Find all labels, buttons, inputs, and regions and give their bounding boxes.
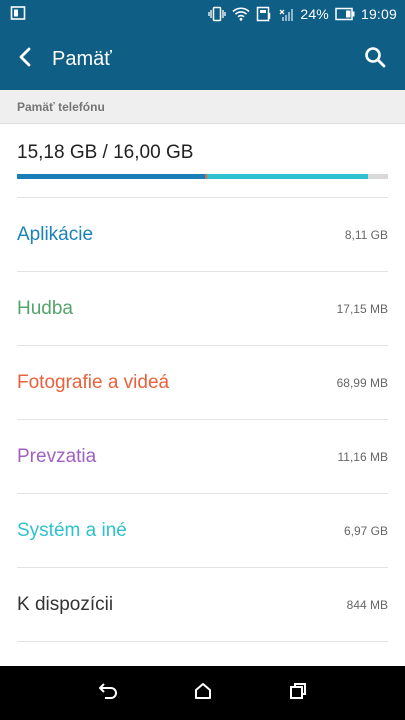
list-item[interactable]: Systém a iné 6,97 GB	[17, 493, 388, 567]
list-item[interactable]: Fotografie a videá 68,99 MB	[17, 345, 388, 419]
list-item-label: K dispozícii	[17, 593, 114, 615]
wifi-icon	[232, 6, 250, 22]
sim-card-icon	[10, 5, 26, 24]
status-bar: 24% 19:09	[0, 0, 405, 28]
storage-usage-bar	[17, 174, 388, 179]
list-item[interactable]: Prevzatia 11,16 MB	[17, 419, 388, 493]
list-item-label: Fotografie a videá	[17, 371, 170, 393]
usage-segment	[206, 174, 369, 179]
back-arrow-icon	[16, 46, 34, 73]
status-left	[10, 5, 26, 24]
storage-icon	[256, 6, 272, 22]
back-icon	[97, 682, 119, 705]
list-item-label: Prevzatia	[17, 445, 97, 467]
section-header: Pamäť telefónu	[0, 90, 405, 124]
search-icon	[364, 46, 386, 73]
storage-summary: 15,18 GB / 16,00 GB	[0, 124, 405, 198]
nav-recents-button[interactable]	[273, 666, 323, 720]
nav-home-button[interactable]	[178, 666, 228, 720]
battery-percent: 24%	[300, 6, 329, 22]
storage-category-list: Aplikácie 8,11 GB Hudba 17,15 MB Fotografie …	[0, 197, 405, 715]
list-item[interactable]: Aplikácie 8,11 GB	[17, 197, 388, 271]
back-button[interactable]	[0, 28, 50, 90]
battery-icon	[335, 7, 355, 21]
recents-icon	[288, 681, 308, 706]
list-item-size: 6,97 GB	[343, 523, 388, 538]
navigation-bar	[0, 666, 405, 720]
list-item[interactable]: Hudba 17,15 MB	[17, 271, 388, 345]
search-button[interactable]	[345, 28, 405, 90]
clock: 19:09	[360, 6, 397, 22]
list-item-size: 68,99 MB	[336, 375, 388, 390]
list-item-label: Aplikácie	[17, 223, 94, 245]
home-icon	[193, 681, 213, 706]
nav-back-button[interactable]	[83, 666, 133, 720]
signal-icon	[278, 6, 294, 22]
app-bar: Pamäť	[0, 28, 405, 90]
list-item[interactable]: K dispozícii 844 MB	[17, 567, 388, 641]
page-title: Pamäť	[52, 47, 112, 70]
vibrate-icon	[208, 6, 226, 22]
list-item-label: Hudba	[17, 297, 73, 319]
list-item-size: 8,11 GB	[344, 227, 388, 242]
list-item-size: 11,16 MB	[337, 449, 388, 464]
usage-segment	[17, 174, 206, 179]
list-item-size: 17,15 MB	[336, 301, 388, 316]
status-right: 24% 19:09	[208, 6, 397, 22]
list-item-size: 844 MB	[346, 597, 388, 612]
list-item-label: Systém a iné	[17, 519, 127, 541]
storage-usage-text: 15,18 GB / 16,00 GB	[17, 142, 194, 163]
